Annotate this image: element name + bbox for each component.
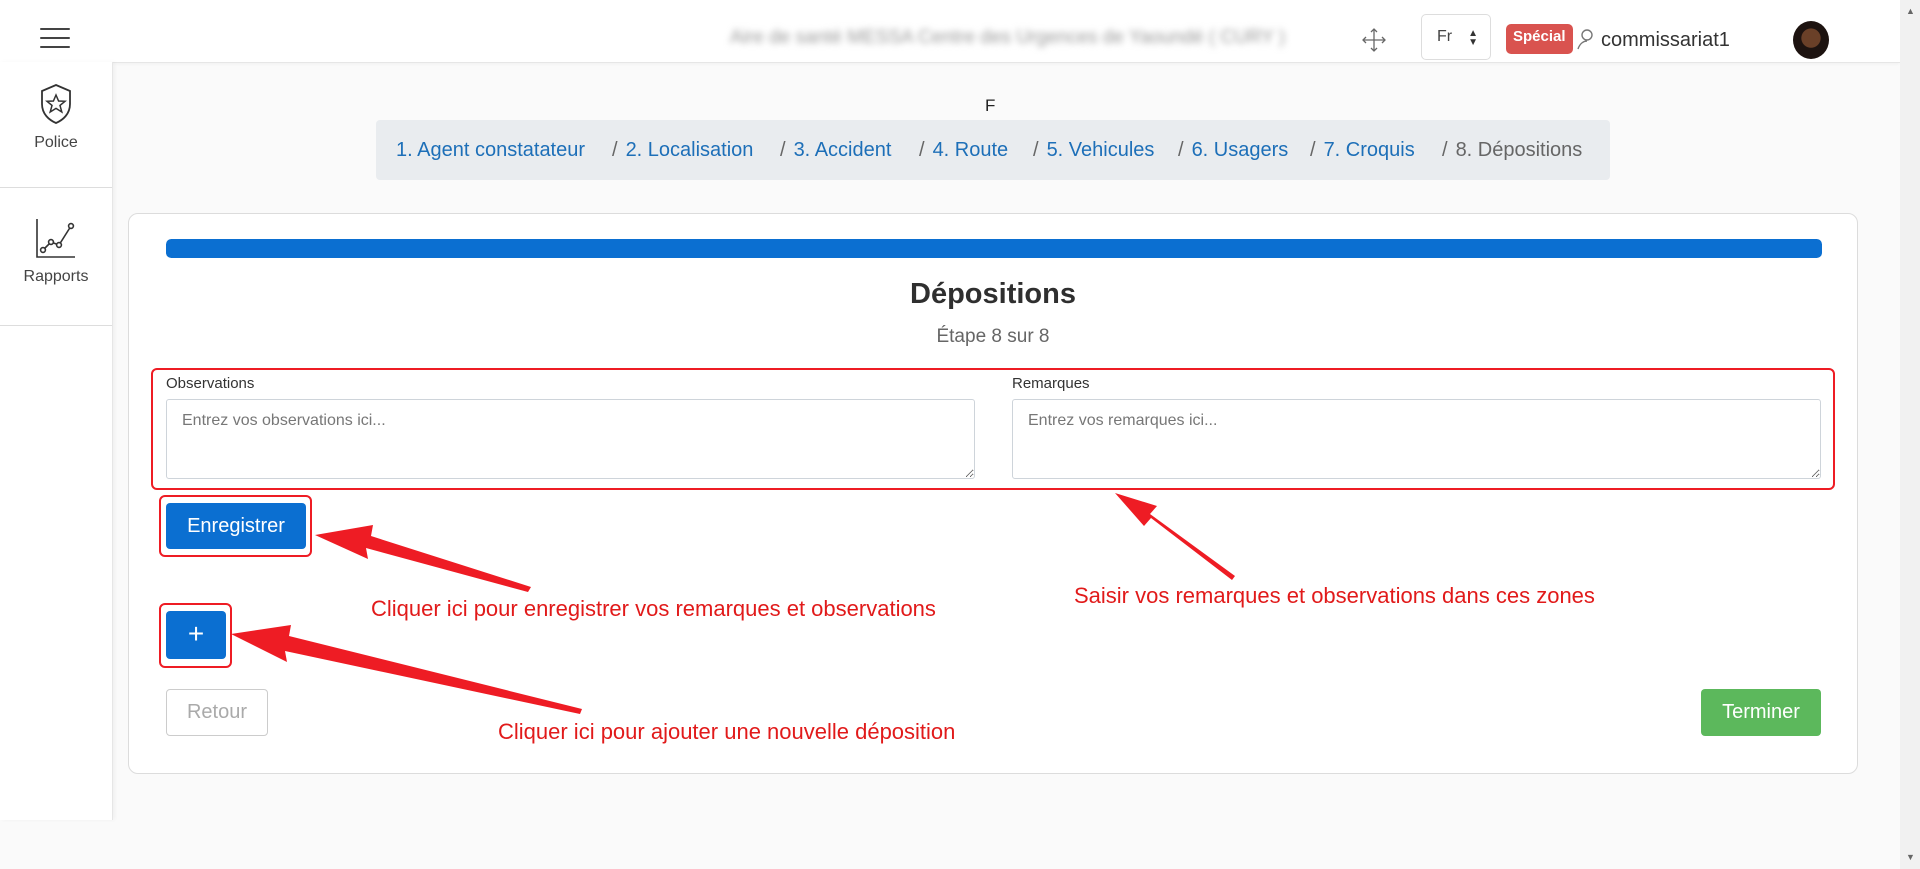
language-select[interactable]: Fr ▲ ▼ (1421, 14, 1491, 60)
hamburger-menu-icon[interactable] (40, 28, 70, 48)
fields-hint-text: Saisir vos remarques et observations dan… (1074, 583, 1595, 608)
page-title: Dépositions (910, 278, 1076, 310)
move-arrows-icon[interactable] (1361, 27, 1387, 53)
facility-name: Aire de santé MESSA Centre des Urgences … (730, 27, 1286, 48)
top-bar: Aire de santé MESSA Centre des Urgences … (0, 0, 1900, 63)
username[interactable]: commissariat1 (1601, 29, 1730, 52)
language-value: Fr (1437, 28, 1453, 45)
breadcrumb: 1. Agent constatateur /2. Localisation /… (376, 120, 1610, 180)
police-badge-icon (41, 84, 71, 124)
breadcrumb-step-4[interactable]: /4. Route (919, 120, 1008, 180)
sidebar-item-label: Police (34, 134, 78, 151)
breadcrumb-step-6[interactable]: /6. Usagers (1178, 120, 1288, 180)
add-hint-text: Cliquer ici pour ajouter une nouvelle dé… (498, 719, 956, 744)
breadcrumb-step-1[interactable]: 1. Agent constatateur (396, 120, 585, 180)
breadcrumb-step-2[interactable]: /2. Localisation (612, 120, 753, 180)
fields-highlight-box (151, 368, 1835, 490)
breadcrumb-step-8: /8. Dépositions (1442, 139, 1583, 161)
sidebar-item-police[interactable]: Police (0, 82, 112, 152)
avatar[interactable] (1793, 21, 1829, 59)
sidebar-divider (0, 187, 112, 188)
save-hint-text: Cliquer ici pour enregistrer vos remarqu… (371, 596, 936, 621)
scrollbar[interactable]: ▲ ▼ (1900, 0, 1920, 869)
breadcrumb-step-5[interactable]: /5. Vehicules (1033, 120, 1154, 180)
special-badge: Spécial (1506, 24, 1573, 54)
progress-bar (166, 239, 1822, 258)
scroll-down-icon[interactable]: ▼ (1906, 852, 1915, 862)
finish-button[interactable]: Terminer (1701, 689, 1821, 736)
sidebar: Police Rapports (0, 62, 113, 820)
step-indicator: Étape 8 sur 8 (936, 326, 1050, 347)
select-arrows-icon: ▲ ▼ (1468, 28, 1478, 48)
step-letter: F (985, 96, 996, 115)
user-icon (1577, 29, 1593, 50)
progress-fill (166, 239, 1822, 258)
breadcrumb-step-3[interactable]: /3. Accident (780, 120, 891, 180)
breadcrumb-step-7[interactable]: /7. Croquis (1310, 120, 1415, 180)
sidebar-item-rapports[interactable]: Rapports (0, 216, 112, 286)
back-button[interactable]: Retour (166, 689, 268, 736)
scroll-up-icon[interactable]: ▲ (1906, 6, 1915, 16)
add-highlight-box (159, 603, 232, 668)
save-highlight-box (159, 495, 312, 557)
line-chart-icon (36, 219, 75, 258)
